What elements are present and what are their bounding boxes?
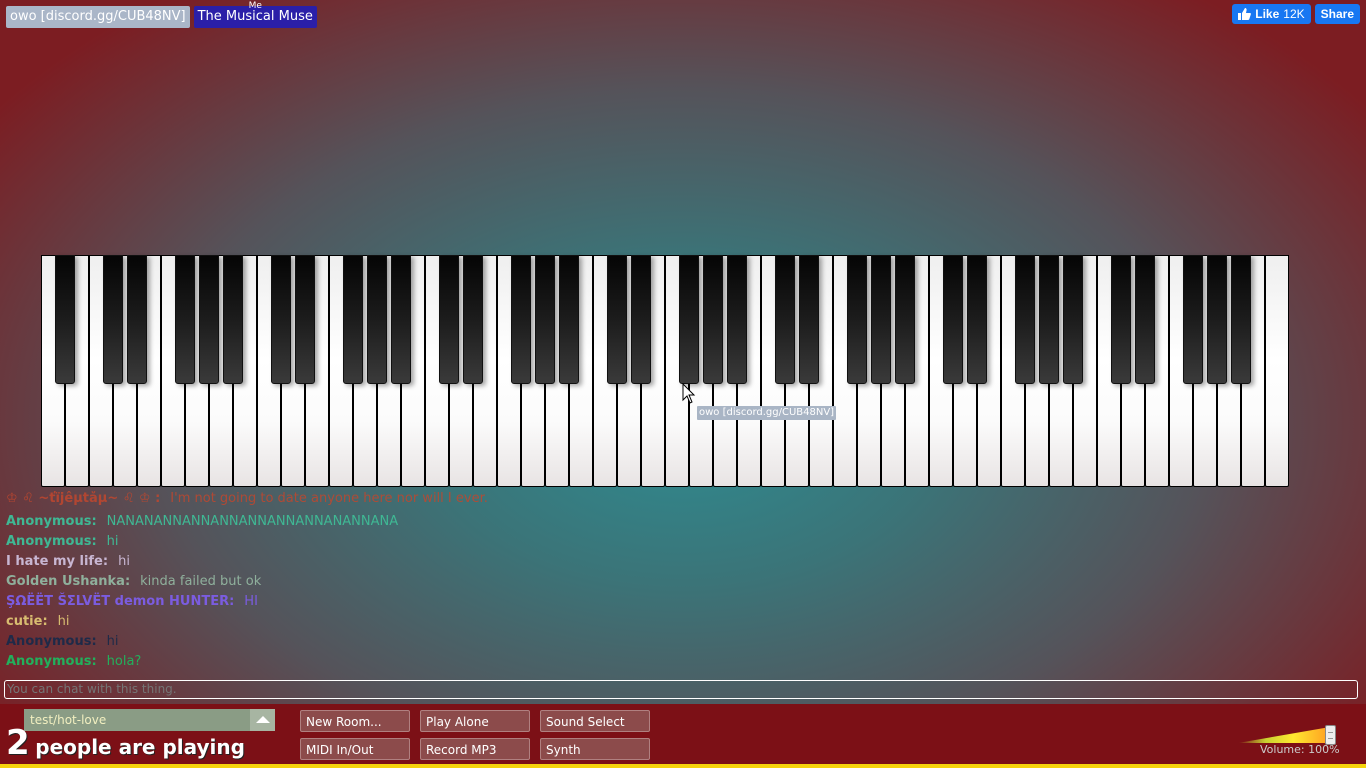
black-key[interactable] — [1183, 255, 1203, 384]
black-key[interactable] — [199, 255, 219, 384]
like-count: 12K — [1283, 7, 1305, 21]
black-key[interactable] — [703, 255, 723, 384]
black-key[interactable] — [871, 255, 891, 384]
facebook-share-button[interactable]: Share — [1314, 4, 1360, 24]
chat-message: Anonymous: hola? — [6, 652, 488, 672]
mouse-cursor-icon — [682, 383, 696, 404]
participant-name: The Musical Muse — [197, 9, 313, 24]
black-key[interactable] — [1231, 255, 1251, 384]
black-key[interactable] — [127, 255, 147, 384]
black-key[interactable] — [847, 255, 867, 384]
chat-nick[interactable]: ŞΩЁЁТ ŠΣLVЁΤ demon HUNTER: — [6, 594, 234, 609]
chat-text: hi — [118, 554, 130, 569]
participant-list: owo [discord.gg/CUB48NV] Me The Musical … — [6, 1, 317, 28]
chat-text: HI — [244, 594, 258, 609]
volume-control: Volume: 100% — [1238, 724, 1340, 764]
participant-tag-me[interactable]: Me The Musical Muse — [193, 1, 317, 28]
black-key[interactable] — [1207, 255, 1227, 384]
chat-text: hi — [57, 614, 70, 629]
white-key[interactable] — [1265, 255, 1289, 487]
piano-keyboard — [41, 255, 1289, 487]
chat-nick[interactable]: ♔ ♌ ~ťïjêμtåμ~ ♌ ♔ : — [6, 491, 160, 506]
sound-select-button[interactable]: Sound Select — [540, 710, 650, 732]
accent-strip — [0, 764, 1366, 768]
black-key[interactable] — [223, 255, 243, 384]
new-room-button[interactable]: New Room... — [300, 710, 410, 732]
like-label: Like — [1255, 7, 1280, 21]
chat-text: I'm not going to date anyone here nor wi… — [170, 491, 488, 506]
chat-message: Golden Ushanka: kinda failed but ok — [6, 572, 488, 592]
chat-nick[interactable]: Anonymous: — [6, 634, 97, 649]
room-select-toggle[interactable] — [250, 709, 275, 731]
black-key[interactable] — [463, 255, 483, 384]
chat-message: Anonymous: hi — [6, 632, 488, 652]
chat-text: hi — [106, 634, 119, 649]
chat-text: hi — [106, 534, 119, 549]
chat-text: NANANANNANNANNANNANNANNANANNANA — [106, 514, 399, 529]
black-key[interactable] — [55, 255, 75, 384]
chat-nick[interactable]: I hate my life: — [6, 554, 108, 569]
chat-nick[interactable]: cutie: — [6, 614, 48, 629]
volume-label: Volume: 100% — [1260, 743, 1340, 756]
midi-button[interactable]: MIDI In/Out — [300, 738, 410, 760]
black-key[interactable] — [391, 255, 411, 384]
cursor-name-tooltip: owo [discord.gg/CUB48NV] — [697, 406, 837, 420]
chat-message: ♔ ♌ ~ťïjêμtåμ~ ♌ ♔ : I'm not going to dat… — [6, 490, 488, 512]
thumbs-up-icon — [1238, 8, 1252, 20]
chat-message: ŞΩЁЁТ ŠΣLVЁΤ demon HUNTER: HI — [6, 592, 488, 612]
record-mp3-button[interactable]: Record MP3 — [420, 738, 530, 760]
black-key[interactable] — [727, 255, 747, 384]
me-label: Me — [248, 1, 262, 11]
player-count: 2 people are playing — [6, 726, 245, 760]
black-key[interactable] — [799, 255, 819, 384]
black-key[interactable] — [295, 255, 315, 384]
black-key[interactable] — [607, 255, 627, 384]
black-key[interactable] — [967, 255, 987, 384]
chat-input[interactable] — [4, 680, 1358, 699]
black-key[interactable] — [1039, 255, 1059, 384]
black-key[interactable] — [103, 255, 123, 384]
chevron-up-icon — [256, 716, 270, 723]
chat-nick[interactable]: Golden Ushanka: — [6, 574, 130, 589]
chat-message: cutie: hi — [6, 612, 488, 632]
black-key[interactable] — [535, 255, 555, 384]
volume-slider-track[interactable] — [1238, 727, 1330, 743]
bottom-bar: test/hot-love 2 people are playing New R… — [0, 704, 1366, 764]
black-key[interactable] — [343, 255, 363, 384]
black-key[interactable] — [271, 255, 291, 384]
volume-slider-handle[interactable] — [1325, 725, 1336, 745]
play-alone-button[interactable]: Play Alone — [420, 710, 530, 732]
black-key[interactable] — [943, 255, 963, 384]
player-count-text: people are playing — [35, 735, 245, 759]
black-key[interactable] — [1063, 255, 1083, 384]
black-key[interactable] — [775, 255, 795, 384]
chat-nick[interactable]: Anonymous: — [6, 534, 97, 549]
black-key[interactable] — [367, 255, 387, 384]
black-key[interactable] — [679, 255, 699, 384]
black-key[interactable] — [439, 255, 459, 384]
synth-button[interactable]: Synth — [540, 738, 650, 760]
black-key[interactable] — [631, 255, 651, 384]
black-key[interactable] — [1135, 255, 1155, 384]
participant-tag[interactable]: owo [discord.gg/CUB48NV] — [6, 6, 190, 28]
black-key[interactable] — [895, 255, 915, 384]
black-key[interactable] — [559, 255, 579, 384]
share-label: Share — [1320, 7, 1354, 21]
chat-message: Anonymous: hi — [6, 532, 488, 552]
black-key[interactable] — [175, 255, 195, 384]
chat-text: kinda failed but ok — [140, 574, 262, 589]
facebook-widget: Like 12K Share — [1232, 4, 1360, 24]
chat-message: Anonymous: NANANANNANNANNANNANNANNANANNAN… — [6, 512, 488, 532]
player-count-number: 2 — [6, 723, 30, 763]
black-key[interactable] — [1015, 255, 1035, 384]
chat-messages: ♔ ♌ ~ťïjêμtåμ~ ♌ ♔ : I'm not going to dat… — [6, 490, 488, 672]
chat-nick[interactable]: Anonymous: — [6, 514, 97, 529]
facebook-like-button[interactable]: Like 12K — [1232, 4, 1311, 24]
chat-text: hola? — [106, 654, 142, 669]
black-key[interactable] — [1111, 255, 1131, 384]
chat-nick[interactable]: Anonymous: — [6, 654, 97, 669]
participant-name: owo [discord.gg/CUB48NV] — [10, 9, 186, 24]
chat-message: I hate my life: hi — [6, 552, 488, 572]
black-key[interactable] — [511, 255, 531, 384]
